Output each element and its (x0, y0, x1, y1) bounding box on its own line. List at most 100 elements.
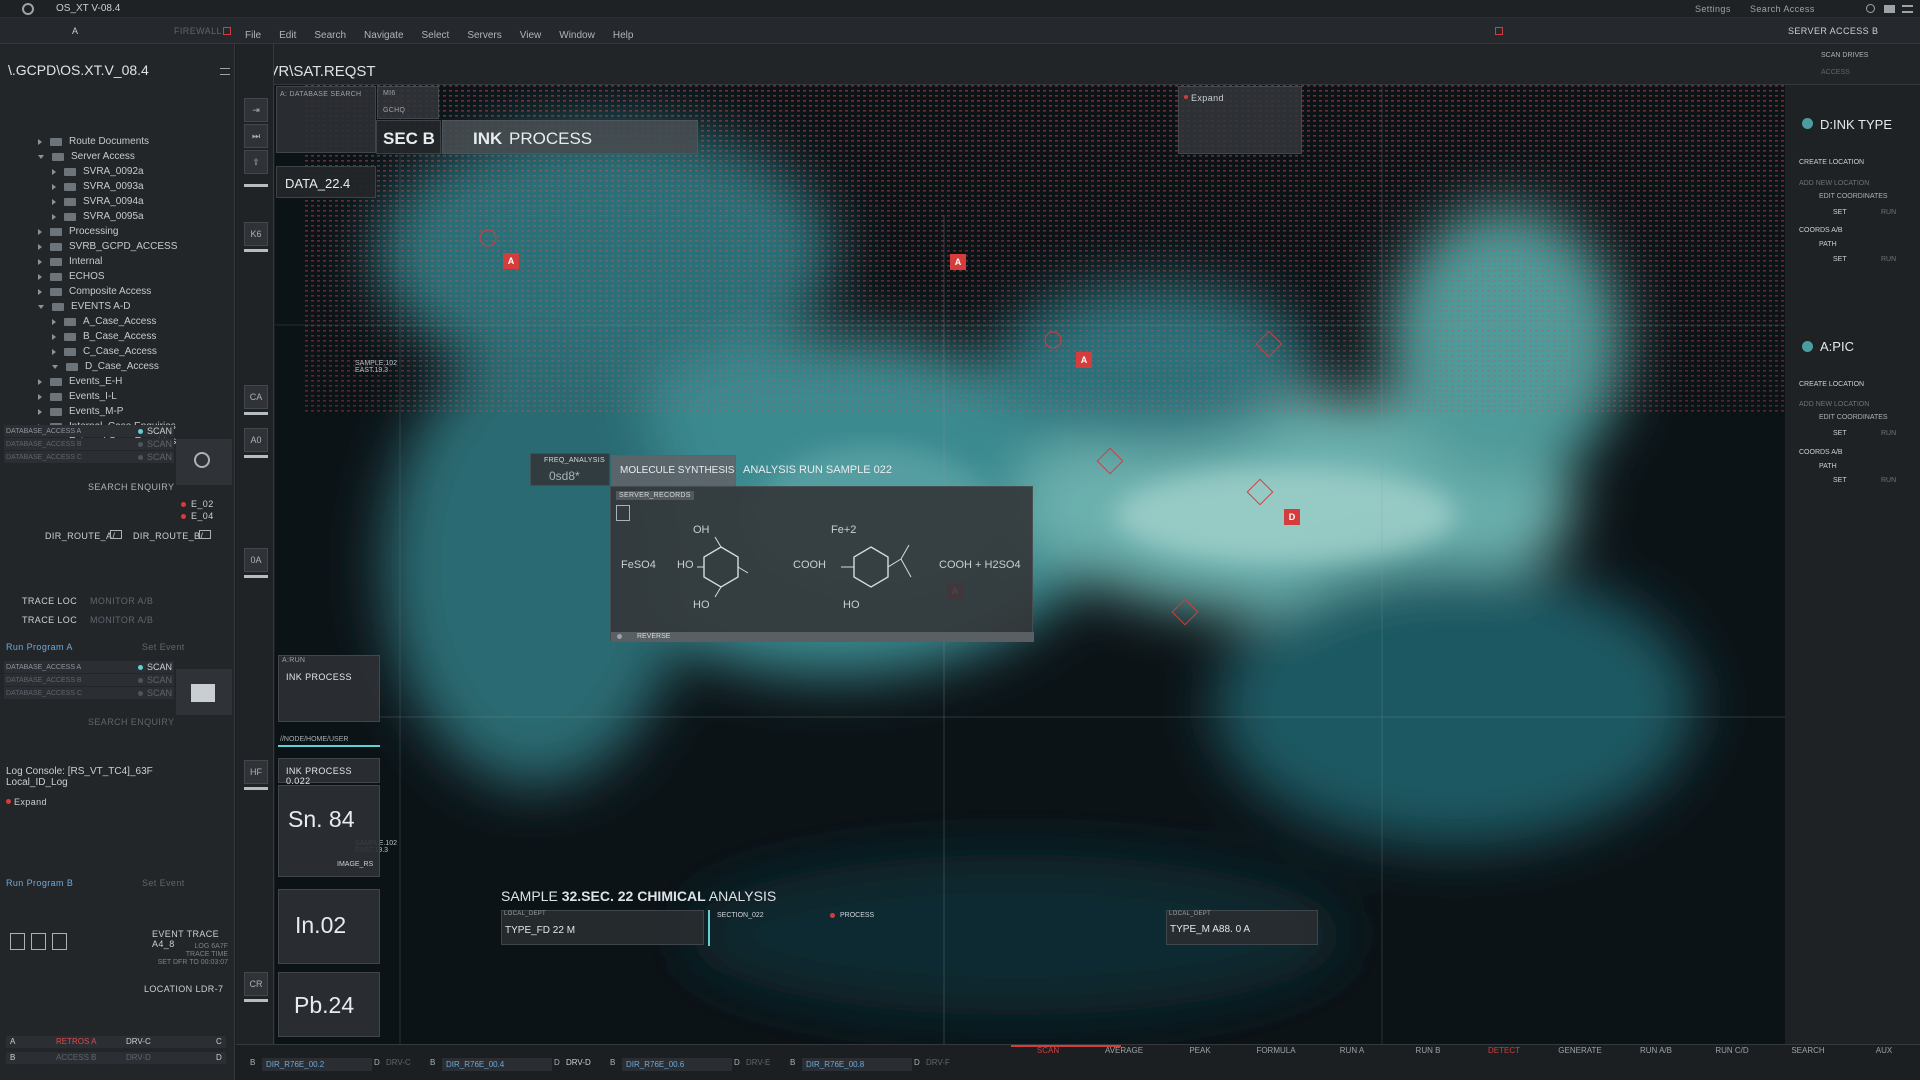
run-2[interactable]: RUN (1881, 256, 1896, 263)
expand-arrow-icon[interactable] (52, 348, 56, 355)
drive-name[interactable]: DRV-C (386, 1058, 411, 1067)
menu-item-help[interactable]: Help (613, 30, 634, 41)
upload-icon[interactable] (52, 933, 67, 950)
add-new-1[interactable]: ADD NEW LOCATION (1799, 180, 1869, 187)
dir-route-b-folder-icon[interactable] (199, 530, 211, 539)
set-3[interactable]: SET (1833, 430, 1847, 437)
menu-item-servers[interactable]: Servers (467, 30, 501, 41)
expand-arrow-icon[interactable] (52, 333, 56, 340)
drive-row-b[interactable]: B ACCESS B DRV-D D (6, 1052, 226, 1064)
reverse-bar[interactable]: REVERSE (611, 632, 1034, 642)
drive-name[interactable]: DRV-E (746, 1058, 770, 1067)
expand-arrow-icon[interactable] (38, 138, 42, 145)
tab-average[interactable]: AVERAGE (1089, 1046, 1159, 1056)
type-fd-field[interactable]: LOCAL_DEPT TYPE_FD 22 M (501, 910, 704, 945)
trace-loc-2[interactable]: TRACE LOC (22, 615, 77, 625)
expand-arrow-icon[interactable] (52, 168, 56, 175)
expand-arrow-icon[interactable] (38, 304, 44, 309)
expand-arrow-icon[interactable] (38, 393, 42, 400)
add-new-2[interactable]: ADD NEW LOCATION (1799, 401, 1869, 408)
run-3[interactable]: RUN (1881, 430, 1896, 437)
menu-item-navigate[interactable]: Navigate (364, 30, 403, 41)
run-program-a[interactable]: Run Program A (6, 642, 73, 652)
rail-button-hf[interactable]: HF (244, 760, 268, 784)
set-event-a[interactable]: Set Event (142, 642, 185, 652)
create-location-2[interactable]: CREATE LOCATION (1799, 381, 1864, 388)
edit-coords-1[interactable]: EDIT COORDINATES (1819, 193, 1888, 200)
molecule-synthesis-tab[interactable]: MOLECULE SYNTHESIS (611, 455, 736, 486)
type-m-field[interactable]: LOCAL_DEPT TYPE_M A88. 0 A (1166, 910, 1318, 945)
drive-key[interactable]: B (430, 1058, 435, 1067)
set-event-b[interactable]: Set Event (142, 878, 185, 888)
scan-toggle[interactable]: SCAN (137, 675, 172, 685)
marker-a-3[interactable]: A (1076, 352, 1092, 368)
search-box[interactable] (176, 439, 232, 485)
drive-letter[interactable]: D (554, 1058, 560, 1067)
tree-item[interactable]: Internal (38, 254, 102, 269)
drive-row-a[interactable]: A RETROS A DRV-C C (6, 1036, 226, 1048)
set-2[interactable]: SET (1833, 256, 1847, 263)
tree-item[interactable]: ECHOS (38, 269, 105, 284)
search-access-link[interactable]: Search Access (1750, 4, 1815, 14)
menu-icon[interactable] (1902, 5, 1913, 13)
rail-button-0a[interactable]: 0A (244, 548, 268, 572)
drive-path[interactable]: DIR_R76E_00.2 (262, 1058, 372, 1071)
drive-key[interactable]: B (250, 1058, 255, 1067)
tab-generate[interactable]: GENERATE (1545, 1046, 1615, 1056)
menu-item-search[interactable]: Search (314, 30, 346, 41)
marker-a-1[interactable]: A (503, 253, 519, 269)
tab-run-c-d[interactable]: RUN C/D (1697, 1046, 1767, 1056)
left-menu-icon[interactable] (220, 68, 230, 75)
edit-coords-2[interactable]: EDIT COORDINATES (1819, 414, 1888, 421)
drive-letter[interactable]: D (734, 1058, 740, 1067)
tree-item[interactable]: A_Case_Access (52, 314, 156, 329)
tree-item[interactable]: Route Documents (38, 134, 149, 149)
os-logo-icon[interactable] (22, 3, 34, 15)
tree-item[interactable]: EVENTS A-D (38, 299, 130, 314)
scan-toggle[interactable]: SCAN (137, 662, 172, 672)
drive-path[interactable]: DIR_R76E_00.4 (442, 1058, 552, 1071)
tree-item[interactable]: C_Case_Access (52, 344, 157, 359)
expand-arrow-icon[interactable] (38, 258, 42, 265)
tree-item[interactable]: D_Case_Access (52, 359, 159, 374)
drive-letter[interactable]: D (374, 1058, 380, 1067)
expand-arrow-icon[interactable] (38, 288, 42, 295)
search-enquiry-label-2[interactable]: SEARCH ENQUIRY (88, 717, 174, 727)
menu-item-view[interactable]: View (520, 30, 542, 41)
coords-1[interactable]: COORDS A/B (1799, 227, 1843, 234)
expand-arrow-icon[interactable] (38, 408, 42, 415)
drive-path[interactable]: DIR_R76E_00.6 (622, 1058, 732, 1071)
scan-toggle[interactable]: SCAN (137, 426, 172, 436)
menu-item-file[interactable]: File (245, 30, 261, 41)
tab-search[interactable]: SEARCH (1773, 1046, 1843, 1056)
database-access-row[interactable]: DATABASE_ACCESS B SCAN (4, 674, 174, 686)
rail-button-k6[interactable]: K6 (244, 222, 268, 246)
access-label[interactable]: ACCESS (1821, 69, 1850, 76)
drive-name[interactable]: DRV-D (566, 1058, 591, 1067)
tree-item[interactable]: SVRA_0094a (52, 194, 144, 209)
drive-key[interactable]: B (790, 1058, 795, 1067)
expand-arrow-icon[interactable] (52, 364, 58, 369)
expand-arrow-icon[interactable] (38, 378, 42, 385)
drive-letter[interactable]: D (914, 1058, 920, 1067)
tree-item[interactable]: SVRB_GCPD_ACCESS (38, 239, 177, 254)
tree-item[interactable]: SVRA_0095a (52, 209, 144, 224)
rail-enter-button[interactable]: ⇥ (244, 98, 268, 122)
database-access-row[interactable]: DATABASE_ACCESS B SCAN (4, 438, 174, 450)
tree-item[interactable]: Events_I-L (38, 389, 117, 404)
expand-arrow-icon[interactable] (52, 318, 56, 325)
rail-up-button[interactable]: ⇧ (244, 150, 268, 174)
tab-scan[interactable]: SCAN (1013, 1046, 1083, 1056)
run-1[interactable]: RUN (1881, 209, 1896, 216)
tree-item[interactable]: Processing (38, 224, 118, 239)
coords-2[interactable]: COORDS A/B (1799, 449, 1843, 456)
scan-drives[interactable]: SCAN DRIVES (1821, 52, 1868, 59)
expand-arrow-icon[interactable] (38, 154, 44, 159)
expand-arrow-icon[interactable] (52, 183, 56, 190)
tab-run-a-b[interactable]: RUN A/B (1621, 1046, 1691, 1056)
tab-run-a[interactable]: RUN A (1317, 1046, 1387, 1056)
database-access-row[interactable]: DATABASE_ACCESS A SCAN (4, 425, 174, 437)
database-access-row[interactable]: DATABASE_ACCESS A SCAN (4, 661, 174, 673)
search-icon[interactable] (1866, 4, 1875, 13)
tree-item[interactable]: Events_M-P (38, 404, 123, 419)
